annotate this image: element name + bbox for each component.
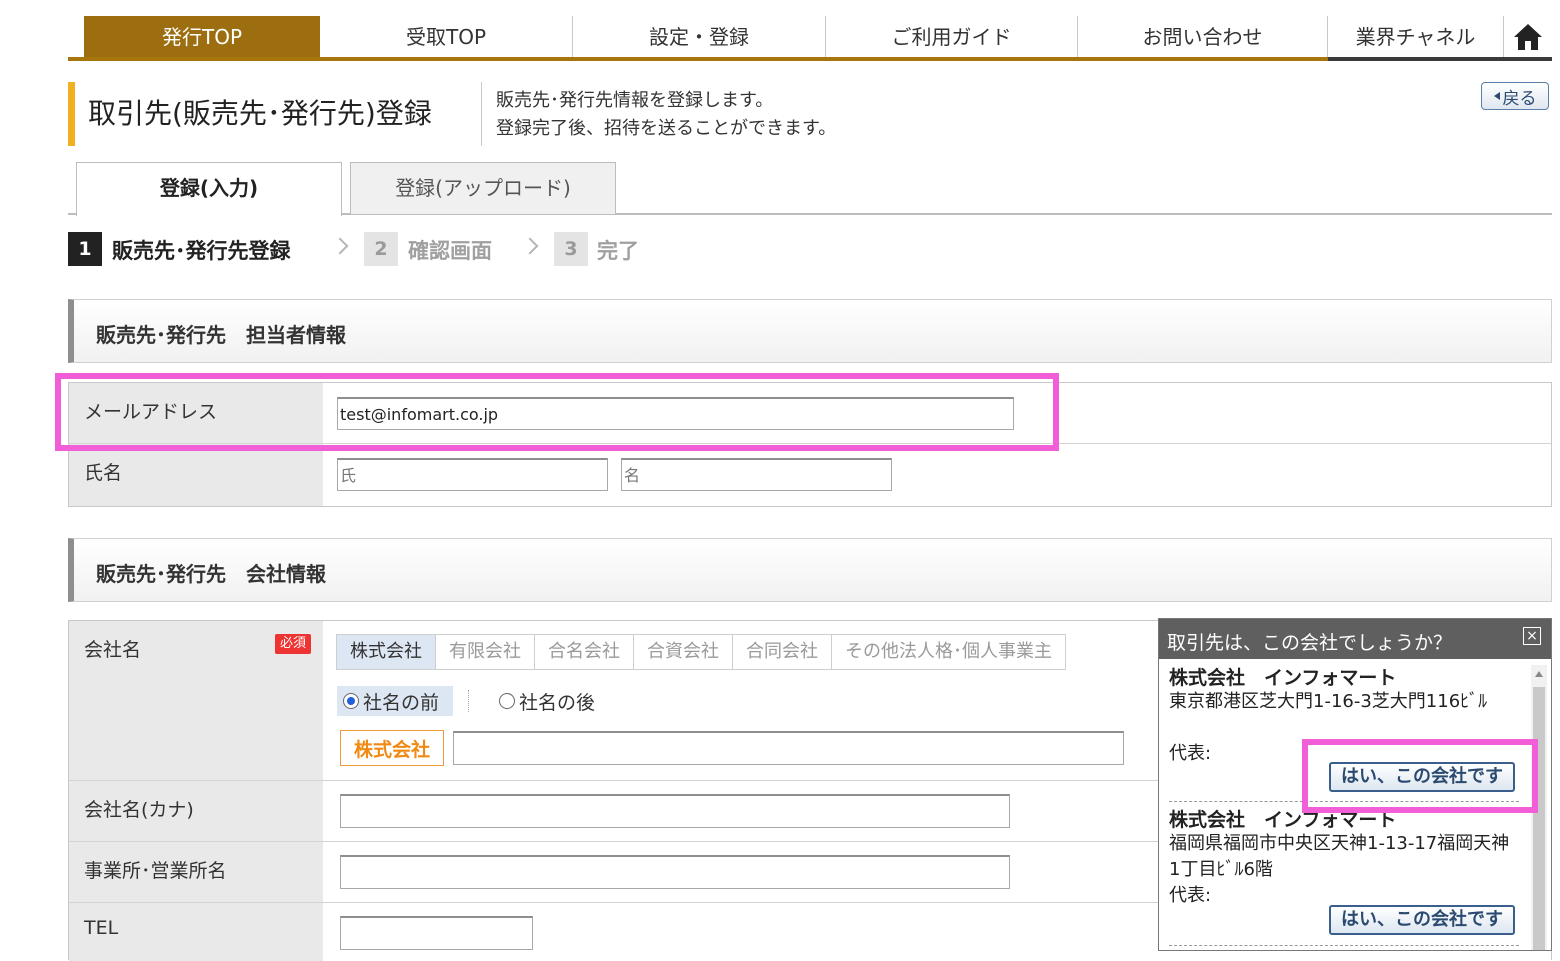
popup-title: 取引先は、この会社でしょうか？ bbox=[1167, 632, 1453, 654]
radio-checked-icon bbox=[343, 693, 359, 709]
name-label: 氏名 bbox=[84, 462, 123, 484]
tel-label: TEL bbox=[84, 917, 119, 939]
company-kana-input[interactable] bbox=[340, 794, 1010, 828]
chevron-right-icon bbox=[521, 237, 539, 255]
close-icon[interactable]: × bbox=[1523, 627, 1541, 645]
office-label: 事業所･営業所名 bbox=[84, 860, 227, 882]
back-button-label: 戻る bbox=[1502, 88, 1537, 109]
popup-scrollbar[interactable] bbox=[1531, 665, 1547, 950]
candidate-2-name: 株式会社 インフォマート bbox=[1169, 809, 1397, 831]
candidate-1-address: 東京都港区芝大門1-16-3芝大門116ﾋﾞﾙ bbox=[1169, 691, 1488, 712]
candidate-1-representative: 代表: bbox=[1169, 743, 1212, 764]
radio-unchecked-icon bbox=[499, 693, 515, 709]
corp-type-selector: 株式会社 有限会社 合名会社 合資会社 合同会社 その他法人格･個人事業主 bbox=[336, 634, 1066, 670]
office-label-cell: 事業所･営業所名 bbox=[69, 842, 323, 902]
name-label-cell: 氏名 bbox=[69, 444, 323, 506]
step-2-label: 確認画面 bbox=[408, 239, 492, 263]
page-title: 取引先(販売先･発行先)登録 bbox=[88, 97, 432, 130]
section-company-header: 販売先･発行先 会社情報 bbox=[68, 538, 1552, 602]
last-name-input[interactable] bbox=[337, 458, 608, 491]
email-label: メールアドレス bbox=[84, 401, 218, 423]
chevron-right-icon bbox=[331, 237, 349, 255]
page-description-1: 販売先･発行先情報を登録します。 bbox=[496, 90, 774, 111]
back-arrow-icon bbox=[1493, 92, 1500, 100]
title-accent-bar bbox=[68, 82, 75, 146]
kana-label-cell: 会社名(カナ) bbox=[69, 781, 323, 841]
tab-input[interactable]: 登録(入力) bbox=[76, 162, 342, 216]
required-badge: 必須 bbox=[275, 634, 311, 654]
tel-label-cell: TEL bbox=[69, 903, 323, 961]
company-label: 会社名 bbox=[84, 639, 142, 661]
candidate-2-address: 福岡県福岡市中央区天神1-13-17福岡天神1丁目ﾋﾞﾙ6階 bbox=[1169, 833, 1510, 880]
name-row: 氏名 bbox=[69, 444, 1551, 506]
nav-underline-dark bbox=[1328, 57, 1552, 61]
step-3-label: 完了 bbox=[597, 239, 639, 263]
nav-guide[interactable]: ご利用ガイド bbox=[826, 16, 1078, 57]
home-button[interactable] bbox=[1504, 16, 1552, 57]
email-label-cell: メールアドレス bbox=[69, 383, 323, 443]
nav-industry-channel[interactable]: 業界チャネル bbox=[1328, 16, 1504, 57]
nav-receive-top[interactable]: 受取TOP bbox=[320, 16, 573, 57]
candidate-separator bbox=[1169, 801, 1519, 802]
nav-issue-top[interactable]: 発行TOP bbox=[84, 16, 320, 57]
candidate-1-select-button[interactable]: はい、この会社です bbox=[1329, 762, 1515, 792]
page-description-2: 登録完了後、招待を送ることができます。 bbox=[496, 118, 837, 139]
title-divider bbox=[481, 82, 482, 146]
tel-input[interactable] bbox=[340, 916, 533, 950]
corp-type-godo[interactable]: 合同会社 bbox=[733, 635, 832, 669]
radio-before-label: 社名の前 bbox=[363, 691, 440, 714]
popup-header: 取引先は、この会社でしょうか？ × bbox=[1159, 619, 1551, 659]
section-company-title: 販売先･発行先 会社情報 bbox=[96, 562, 326, 586]
office-name-input[interactable] bbox=[340, 855, 1010, 889]
step-3-number: 3 bbox=[554, 232, 588, 266]
corp-type-gomei[interactable]: 合名会社 bbox=[535, 635, 634, 669]
back-button[interactable]: 戻る bbox=[1481, 82, 1549, 110]
step-2-number: 2 bbox=[364, 232, 398, 266]
radio-separator bbox=[468, 690, 469, 712]
corp-type-yugen[interactable]: 有限会社 bbox=[436, 635, 535, 669]
corp-type-prefix-badge: 株式会社 bbox=[340, 730, 444, 766]
nav-underline bbox=[68, 57, 1328, 61]
candidate-2-representative: 代表: bbox=[1169, 885, 1212, 906]
nav-contact[interactable]: お問い合わせ bbox=[1078, 16, 1328, 57]
section-contact-title: 販売先･発行先 担当者情報 bbox=[96, 323, 346, 347]
candidate-separator bbox=[1169, 945, 1519, 946]
step-1-label: 販売先･発行先登録 bbox=[112, 239, 291, 263]
company-name-input[interactable] bbox=[453, 731, 1124, 765]
section-contact-header: 販売先･発行先 担当者情報 bbox=[68, 299, 1552, 363]
first-name-input[interactable] bbox=[621, 458, 892, 491]
corp-type-other[interactable]: その他法人格･個人事業主 bbox=[832, 635, 1065, 669]
tab-upload[interactable]: 登録(アップロード) bbox=[350, 162, 616, 214]
radio-after-name[interactable]: 社名の後 bbox=[493, 686, 601, 716]
home-icon bbox=[1514, 23, 1542, 50]
contact-form: メールアドレス 氏名 bbox=[68, 382, 1552, 507]
kana-label: 会社名(カナ) bbox=[84, 799, 194, 821]
radio-after-label: 社名の後 bbox=[519, 691, 596, 714]
corp-type-kabushiki[interactable]: 株式会社 bbox=[337, 635, 436, 669]
step-1-number: 1 bbox=[68, 232, 102, 266]
radio-before-name[interactable]: 社名の前 bbox=[337, 686, 453, 716]
scroll-thumb[interactable] bbox=[1533, 687, 1545, 950]
nav-settings[interactable]: 設定・登録 bbox=[573, 16, 826, 57]
email-row: メールアドレス bbox=[69, 383, 1551, 444]
scroll-up-icon bbox=[1535, 671, 1543, 677]
global-nav: 発行TOP 受取TOP 設定・登録 ご利用ガイド お問い合わせ 業界チャネル bbox=[68, 14, 1552, 61]
candidate-2-select-button[interactable]: はい、この会社です bbox=[1329, 905, 1515, 935]
email-input[interactable] bbox=[337, 397, 1014, 430]
company-suggestion-popup: 取引先は、この会社でしょうか？ × 株式会社 インフォマート 東京都港区芝大門1… bbox=[1158, 618, 1552, 951]
candidate-1-name: 株式会社 インフォマート bbox=[1169, 667, 1397, 689]
corp-type-goshi[interactable]: 合資会社 bbox=[634, 635, 733, 669]
